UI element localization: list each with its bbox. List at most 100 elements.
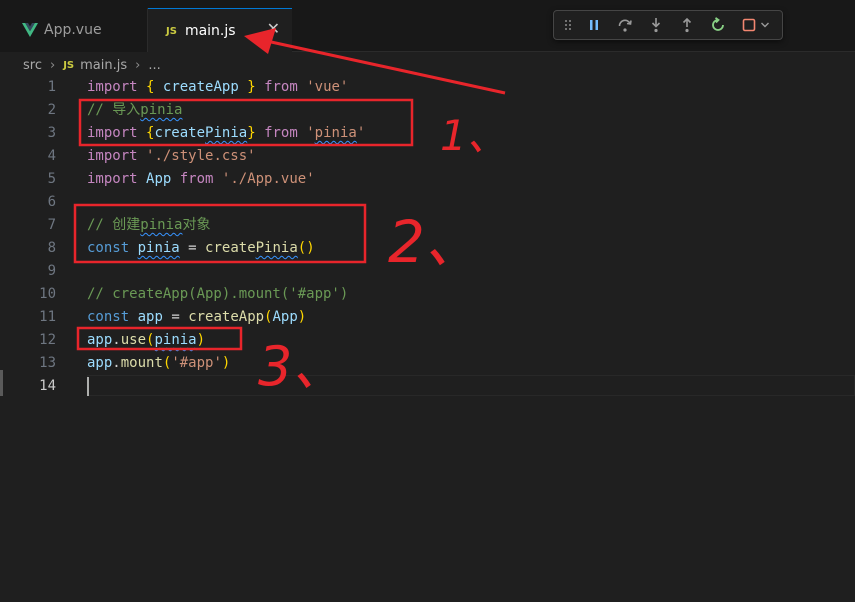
code-token: const bbox=[87, 240, 130, 256]
step-over-icon[interactable] bbox=[609, 12, 640, 38]
code-token: } bbox=[247, 79, 256, 95]
code-token: . bbox=[112, 332, 121, 348]
line-number: 9 bbox=[47, 263, 56, 279]
pause-icon[interactable] bbox=[578, 12, 609, 38]
code-token: mount bbox=[120, 355, 163, 371]
vue-icon bbox=[22, 23, 38, 37]
code-text: // 导入pinia bbox=[87, 99, 182, 122]
chevron-down-icon[interactable] bbox=[758, 12, 772, 38]
tab-main-js[interactable]: JS main.js ✕ bbox=[148, 8, 292, 53]
code-text: app.use(pinia) bbox=[87, 329, 205, 352]
line-number: 5 bbox=[47, 171, 56, 187]
js-icon: JS bbox=[63, 59, 75, 71]
code-line[interactable]: 8 const pinia = createPinia() bbox=[0, 237, 855, 260]
code-line[interactable]: 13 app.mount('#app') bbox=[0, 352, 855, 375]
code-text: import './style.css' bbox=[87, 145, 256, 168]
code-token: = bbox=[162, 309, 189, 325]
scroll-marker bbox=[0, 370, 3, 396]
code-token: . bbox=[112, 355, 121, 371]
tab-app-vue[interactable]: App.vue bbox=[0, 8, 148, 52]
code-token: Pinia bbox=[205, 125, 248, 141]
code-line[interactable]: 3 import {createPinia} from 'pinia' bbox=[0, 122, 855, 145]
code-token: } bbox=[247, 125, 256, 141]
code-token: pinia bbox=[140, 102, 183, 118]
code-token: const bbox=[87, 309, 130, 325]
code-editor[interactable]: 1 import { createApp } from 'vue' 2// 导入pi… bbox=[0, 76, 855, 602]
code-token: createApp bbox=[162, 79, 239, 95]
code-line[interactable]: 7 // 创建pinia对象 bbox=[0, 214, 855, 237]
code-token: import bbox=[87, 125, 138, 141]
debug-toolbar bbox=[553, 10, 783, 40]
line-number: 14 bbox=[39, 378, 56, 394]
code-token: from bbox=[264, 125, 298, 141]
line-number: 11 bbox=[39, 309, 56, 325]
code-token: ' bbox=[356, 125, 366, 141]
line-number: 3 bbox=[47, 125, 56, 141]
code-token: './style.css' bbox=[146, 148, 256, 164]
code-text: app.mount('#app') bbox=[87, 352, 230, 375]
code-token: // 导入 bbox=[87, 102, 141, 118]
code-line[interactable]: 9 bbox=[0, 260, 855, 283]
code-token: '#app' bbox=[171, 355, 222, 371]
code-line[interactable]: 1 import { createApp } from 'vue' bbox=[0, 76, 855, 99]
code-token: import bbox=[87, 79, 138, 95]
step-into-icon[interactable] bbox=[640, 12, 671, 38]
code-token: app bbox=[87, 355, 113, 371]
breadcrumb-file[interactable]: main.js bbox=[80, 58, 127, 73]
code-line[interactable]: 4 import './style.css' bbox=[0, 145, 855, 168]
step-out-icon[interactable] bbox=[671, 12, 702, 38]
drag-grip-icon[interactable] bbox=[562, 12, 574, 38]
code-token: ) bbox=[297, 309, 307, 325]
text-cursor bbox=[87, 377, 89, 396]
code-token: pinia bbox=[140, 217, 183, 233]
line-number: 10 bbox=[39, 286, 56, 302]
code-line[interactable]: 14 bbox=[0, 375, 855, 398]
tab-label: App.vue bbox=[44, 22, 102, 38]
code-token: App bbox=[146, 171, 172, 187]
code-text: import {createPinia} from 'pinia' bbox=[87, 122, 365, 145]
code-line[interactable]: 5 import App from './App.vue' bbox=[0, 168, 855, 191]
code-token: pinia bbox=[137, 240, 180, 256]
chevron-right-icon: › bbox=[49, 57, 56, 73]
line-number: 2 bbox=[47, 102, 56, 118]
code-text: import App from './App.vue' bbox=[87, 168, 315, 191]
code-token: ' bbox=[306, 125, 315, 141]
code-token: = bbox=[179, 240, 206, 256]
code-line[interactable]: 10 // createApp(App).mount('#app') bbox=[0, 283, 855, 306]
code-token: App bbox=[272, 309, 298, 325]
code-token: import bbox=[87, 148, 138, 164]
line-number: 12 bbox=[39, 332, 56, 348]
code-token: // 创建 bbox=[87, 217, 141, 233]
line-number: 1 bbox=[47, 79, 56, 95]
code-text: const app = createApp(App) bbox=[87, 306, 306, 329]
code-token: create bbox=[205, 240, 256, 256]
restart-icon[interactable] bbox=[702, 12, 733, 38]
breadcrumb-symbol[interactable]: ... bbox=[148, 58, 160, 73]
code-token: use bbox=[120, 332, 147, 348]
code-token: // createApp(App).mount('#app') bbox=[87, 286, 349, 302]
code-text: const pinia = createPinia() bbox=[87, 237, 315, 260]
code-text: // createApp(App).mount('#app') bbox=[87, 283, 348, 306]
breadcrumb: src › JS main.js › ... bbox=[23, 55, 161, 75]
close-icon[interactable]: ✕ bbox=[267, 19, 280, 39]
code-line[interactable]: 6 bbox=[0, 191, 855, 214]
code-line[interactable]: 12 app.use(pinia) bbox=[0, 329, 855, 352]
code-token: app bbox=[87, 332, 113, 348]
code-text: import { createApp } from 'vue' bbox=[87, 76, 348, 99]
code-token: create bbox=[154, 125, 206, 141]
code-token: () bbox=[297, 240, 315, 256]
code-line[interactable]: 11 const app = createApp(App) bbox=[0, 306, 855, 329]
breadcrumb-folder[interactable]: src bbox=[23, 58, 42, 73]
code-token: ) bbox=[221, 355, 231, 371]
code-line[interactable]: 2 // 导入pinia bbox=[0, 99, 855, 122]
